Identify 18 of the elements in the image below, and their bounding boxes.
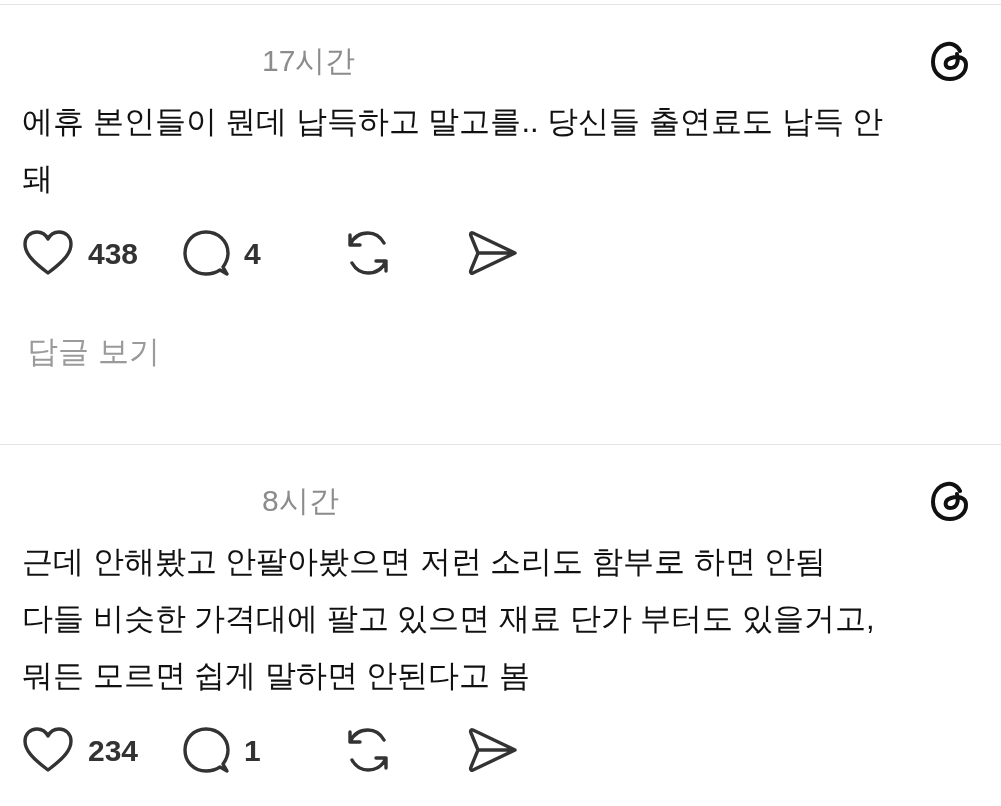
post-text-line: 근데 안해봤고 안팔아봤으면 저런 소리도 함부로 하면 안됨 — [22, 543, 828, 581]
send-icon[interactable] — [468, 230, 518, 276]
send-icon[interactable] — [468, 727, 518, 773]
post-text-line: 돼 — [22, 160, 54, 198]
reply-count: 4 — [244, 235, 261, 272]
heart-icon[interactable] — [22, 726, 74, 774]
comment-icon[interactable] — [182, 229, 230, 277]
like-count: 438 — [88, 235, 139, 272]
post-time: 8시간 — [261, 483, 339, 519]
post-text-line: 에휴 본인들이 뭔데 납득하고 말고를.. 당신들 출연료도 납득 안 — [22, 103, 885, 141]
post-time: 17시간 — [261, 43, 356, 79]
comment-icon[interactable] — [182, 726, 230, 774]
reply-count: 1 — [244, 732, 261, 769]
post-text-line: 뭐든 모르면 쉽게 말하면 안된다고 봄 — [22, 657, 532, 695]
post-text-line: 다들 비슷한 가격대에 팔고 있으면 재료 단가 부터도 있을거고, — [22, 600, 876, 638]
heart-icon[interactable] — [22, 229, 74, 277]
view-replies-link[interactable]: 답글 보기 — [22, 329, 973, 376]
like-count: 234 — [88, 732, 139, 769]
